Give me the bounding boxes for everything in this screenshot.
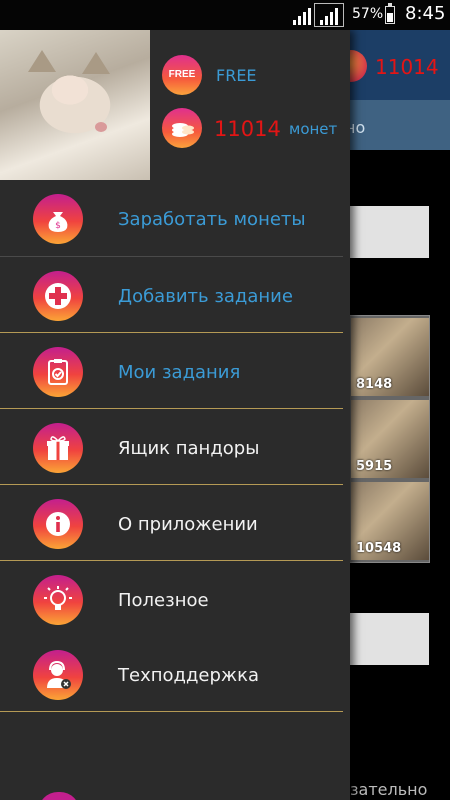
menu-divider bbox=[0, 332, 343, 333]
battery-percent: 57% bbox=[352, 6, 384, 22]
link-input[interactable] bbox=[345, 206, 429, 258]
clock: 8:45 bbox=[405, 3, 446, 24]
grid-item[interactable]: 5915 bbox=[351, 400, 429, 478]
partial-menu-icon bbox=[38, 792, 80, 800]
grid-item-count: 5915 bbox=[356, 459, 393, 474]
signal-icon bbox=[293, 8, 311, 25]
battery-icon bbox=[385, 3, 395, 24]
menu-divider bbox=[0, 484, 343, 485]
menu-item-about[interactable]: О приложении bbox=[0, 487, 350, 563]
count-input[interactable] bbox=[345, 613, 429, 665]
money-bag-icon: $ bbox=[33, 194, 83, 244]
menu-item-my-tasks[interactable]: Мои задания bbox=[0, 335, 350, 411]
cat-ear bbox=[82, 52, 110, 74]
cat-nose bbox=[95, 122, 107, 132]
grid-item-count: 10548 bbox=[356, 541, 402, 556]
status-bar: 57% 8:45 bbox=[0, 0, 450, 30]
menu-label: О приложении bbox=[118, 514, 258, 535]
info-icon bbox=[33, 499, 83, 549]
menu-label: Мои задания bbox=[118, 362, 241, 383]
clipboard-check-icon bbox=[33, 347, 83, 397]
lightbulb-icon bbox=[33, 575, 83, 625]
grid-item[interactable]: 10548 bbox=[351, 482, 429, 560]
gift-icon bbox=[33, 423, 83, 473]
grid-item-count: 8148 bbox=[356, 377, 393, 392]
coin-stack-icon bbox=[162, 108, 202, 148]
menu-divider bbox=[0, 560, 343, 561]
menu-item-useful[interactable]: Полезное bbox=[0, 563, 350, 639]
grid-item[interactable]: 8148 bbox=[351, 318, 429, 396]
cat-ear bbox=[28, 50, 56, 72]
menu-item-pandora-box[interactable]: Ящик пандоры bbox=[0, 411, 350, 487]
bottom-note: зательно bbox=[350, 780, 428, 799]
menu-item-earn-coins[interactable]: $ Заработать монеты bbox=[0, 182, 350, 258]
menu-label: Добавить задание bbox=[118, 286, 293, 307]
menu-label: Полезное bbox=[118, 590, 209, 611]
menu-item-add-task[interactable]: Добавить задание bbox=[0, 259, 350, 335]
support-agent-icon bbox=[33, 650, 83, 700]
menu-label: Техподдержка bbox=[118, 665, 260, 686]
header-coins: 11014 bbox=[375, 55, 439, 79]
free-label[interactable]: FREE bbox=[216, 66, 257, 85]
menu-label: Заработать монеты bbox=[118, 209, 306, 230]
menu-label: Ящик пандоры bbox=[118, 438, 260, 459]
free-badge-icon: FREE bbox=[162, 55, 202, 95]
coins-balance: 11014 bbox=[214, 117, 281, 141]
menu-item-support[interactable]: Техподдержка bbox=[0, 638, 350, 714]
signal-sim2-icon bbox=[314, 3, 344, 27]
menu-divider bbox=[0, 408, 343, 409]
menu-divider bbox=[0, 256, 343, 257]
profile-avatar[interactable] bbox=[0, 30, 150, 180]
navigation-drawer: FREE FREE 11014 монет $ Заработать монет… bbox=[0, 30, 350, 800]
coins-unit: монет bbox=[289, 120, 338, 138]
menu-divider bbox=[0, 711, 343, 712]
plus-icon bbox=[33, 271, 83, 321]
svg-text:$: $ bbox=[55, 221, 61, 231]
photo-grid: 8148 5915 10548 bbox=[348, 315, 430, 563]
free-badge-text: FREE bbox=[168, 69, 196, 80]
